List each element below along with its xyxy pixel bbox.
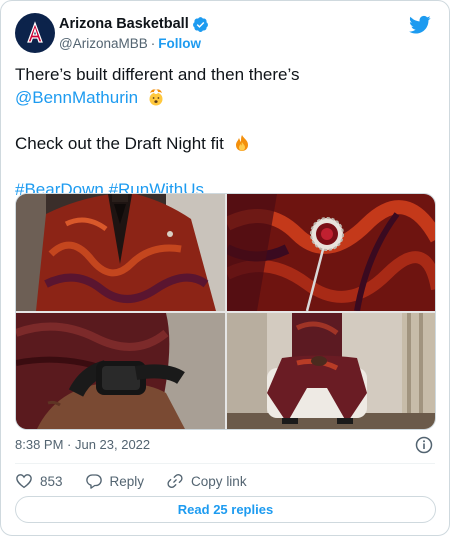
- photo-jacket-front[interactable]: [16, 194, 225, 311]
- copy-link-label: Copy link: [191, 473, 247, 489]
- tweet-text: There’s built different and then there’s…: [15, 63, 435, 201]
- arizona-a-logo-icon: [23, 21, 47, 45]
- like-count: 853: [40, 473, 63, 489]
- link-chain-icon: [167, 474, 183, 488]
- media-grid: [15, 193, 436, 430]
- follow-button[interactable]: Follow: [158, 36, 201, 51]
- like-button[interactable]: 853: [15, 472, 63, 490]
- exploding-head-emoji-icon: [147, 88, 165, 106]
- avatar[interactable]: [15, 13, 55, 53]
- divider: [15, 463, 435, 464]
- twitter-bird-icon[interactable]: [409, 15, 431, 35]
- tweet-actions: 853 Reply Copy link: [15, 470, 269, 492]
- seated-full-suit-icon: [227, 313, 435, 429]
- account-names: Arizona Basketball @ArizonaMBB · Follow: [59, 15, 209, 53]
- heart-icon: [16, 474, 32, 489]
- display-name[interactable]: Arizona Basketball: [59, 16, 189, 32]
- brooch-on-lapel-icon: [227, 194, 435, 311]
- tweet-card: Arizona Basketball @ArizonaMBB · Follow …: [0, 0, 450, 536]
- account-handle[interactable]: @ArizonaMBB: [59, 36, 148, 51]
- red-paisley-suit-jacket-icon: [16, 194, 225, 311]
- fire-emoji-icon: [233, 134, 251, 152]
- photo-seated[interactable]: [227, 313, 435, 429]
- speech-bubble-icon: [85, 474, 102, 489]
- tweet-line-1: There’s built different and then there’s: [15, 65, 300, 84]
- mention-link[interactable]: @BennMathurin: [15, 88, 138, 107]
- copy-link-button[interactable]: Copy link: [166, 472, 247, 490]
- read-replies-button[interactable]: Read 25 replies: [15, 496, 436, 523]
- tweet-header: Arizona Basketball @ArizonaMBB · Follow: [15, 13, 437, 53]
- tweet-line-3: Check out the Draft Night fit: [15, 134, 224, 153]
- black-wristwatch-icon: [16, 313, 225, 429]
- photo-lapel-pin[interactable]: [227, 194, 435, 311]
- reply-label: Reply: [109, 473, 145, 489]
- verified-badge-icon: [192, 16, 209, 33]
- info-icon[interactable]: [415, 436, 433, 454]
- reply-button[interactable]: Reply: [85, 472, 145, 490]
- tweet-timestamp[interactable]: 8:38 PM · Jun 23, 2022: [15, 437, 150, 452]
- handle-separator: ·: [150, 36, 156, 51]
- photo-wrist-watch[interactable]: [16, 313, 225, 429]
